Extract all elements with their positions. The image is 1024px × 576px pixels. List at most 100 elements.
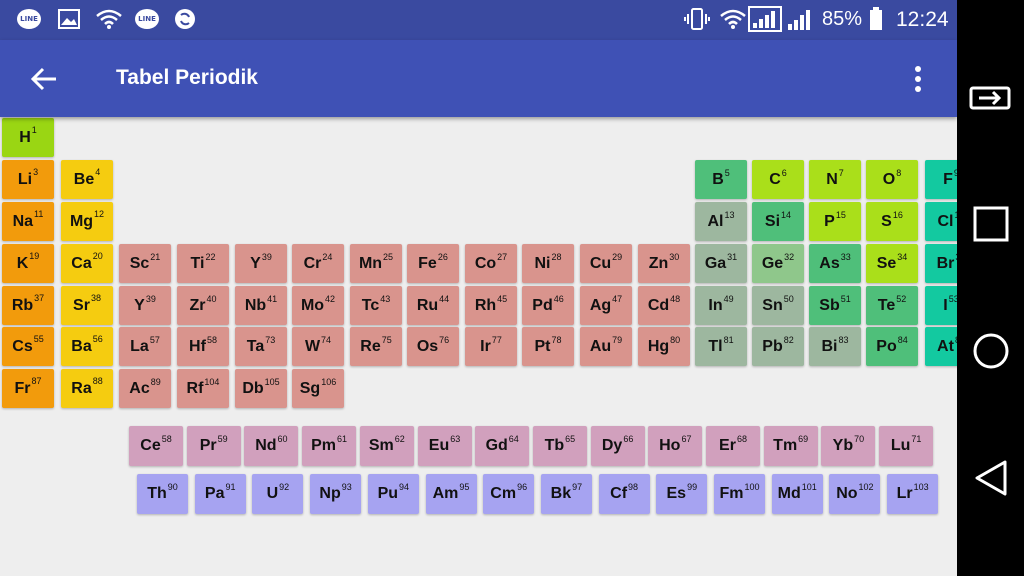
- overflow-menu-button[interactable]: [900, 58, 936, 100]
- element-tile[interactable]: Bi 83: [809, 327, 861, 366]
- element-tile[interactable]: Th 90: [137, 474, 188, 514]
- element-tile[interactable]: Hg 80: [638, 327, 690, 366]
- element-tile[interactable]: Y 39: [235, 244, 287, 283]
- element-tile[interactable]: Bk 97: [540, 474, 592, 514]
- element-tile[interactable]: O8: [866, 160, 918, 199]
- home-button[interactable]: [957, 321, 1024, 381]
- element-tile[interactable]: Tm 69: [763, 426, 818, 466]
- element-tile[interactable]: Ru 44: [407, 286, 459, 325]
- element-tile[interactable]: Te 52: [866, 286, 918, 325]
- element-tile[interactable]: I 53: [925, 286, 957, 325]
- element-tile[interactable]: No 102: [829, 474, 881, 514]
- element-tile[interactable]: Hf 58: [177, 327, 229, 366]
- element-tile[interactable]: Pb 82: [752, 327, 804, 366]
- element-tile[interactable]: Sg 106: [292, 369, 344, 408]
- element-tile[interactable]: In 49: [695, 286, 747, 325]
- element-tile[interactable]: Ba 56: [61, 327, 113, 366]
- element-tile[interactable]: Be 4: [61, 160, 113, 199]
- element-tile[interactable]: Ti 22: [177, 244, 229, 283]
- element-tile[interactable]: Pr 59: [186, 426, 241, 466]
- element-tile[interactable]: C6: [752, 160, 804, 199]
- element-tile[interactable]: Ir 77: [465, 327, 517, 366]
- element-tile[interactable]: Au 79: [580, 327, 632, 366]
- element-tile[interactable]: Cl17: [925, 202, 957, 241]
- element-tile[interactable]: Md 101: [771, 474, 823, 514]
- element-tile[interactable]: Yb 70: [821, 426, 876, 466]
- element-tile[interactable]: Ca 20: [61, 244, 113, 283]
- element-tile[interactable]: Es 99: [656, 474, 708, 514]
- element-tile[interactable]: F9: [925, 160, 957, 199]
- element-tile[interactable]: Tb 65: [532, 426, 587, 466]
- element-tile[interactable]: Pt 78: [522, 327, 574, 366]
- element-tile[interactable]: Lr 103: [887, 474, 939, 514]
- element-tile[interactable]: S 16: [866, 202, 918, 241]
- element-tile[interactable]: Fm 100: [714, 474, 765, 514]
- element-tile[interactable]: W 74: [292, 327, 344, 366]
- element-tile[interactable]: Sn 50: [752, 286, 804, 325]
- element-tile[interactable]: Ga 31: [695, 244, 747, 283]
- element-tile[interactable]: Pm 61: [302, 426, 357, 466]
- element-tile[interactable]: Sr 38: [61, 286, 113, 325]
- element-tile[interactable]: Re 75: [350, 327, 402, 366]
- element-tile[interactable]: Rb 37: [2, 286, 54, 325]
- element-tile[interactable]: Lu 71: [879, 426, 934, 466]
- element-tile[interactable]: Mg 12: [61, 202, 113, 241]
- element-tile[interactable]: Ag 47: [580, 286, 632, 325]
- element-tile[interactable]: Sm 62: [359, 426, 414, 466]
- element-tile[interactable]: Rh 45: [465, 286, 517, 325]
- element-tile[interactable]: Cs 55: [2, 327, 54, 366]
- element-tile[interactable]: Sb 51: [809, 286, 861, 325]
- element-tile[interactable]: Al 13: [695, 202, 747, 241]
- element-tile[interactable]: Y 39: [119, 286, 171, 325]
- element-tile[interactable]: As 33: [809, 244, 861, 283]
- element-tile[interactable]: Db 105: [235, 369, 287, 408]
- screen-rotate-button[interactable]: [957, 67, 1024, 127]
- element-tile[interactable]: Np 93: [310, 474, 362, 514]
- element-tile[interactable]: Am 95: [425, 474, 477, 514]
- element-tile[interactable]: N7: [809, 160, 861, 199]
- element-tile[interactable]: Ac 89: [119, 369, 171, 408]
- element-tile[interactable]: Nd 60: [244, 426, 299, 466]
- element-tile[interactable]: Co 27: [465, 244, 517, 283]
- element-tile[interactable]: Ta 73: [235, 327, 287, 366]
- element-tile[interactable]: Tl 81: [695, 327, 747, 366]
- element-tile[interactable]: Li 3: [2, 160, 54, 199]
- element-tile[interactable]: Si 14: [752, 202, 804, 241]
- element-tile[interactable]: Zr 40: [177, 286, 229, 325]
- element-tile[interactable]: Fe 26: [407, 244, 459, 283]
- element-tile[interactable]: Pu 94: [367, 474, 419, 514]
- element-tile[interactable]: Cd 48: [638, 286, 690, 325]
- element-tile[interactable]: P 15: [809, 202, 861, 241]
- element-tile[interactable]: Br35: [925, 244, 957, 283]
- element-tile[interactable]: Cm 96: [483, 474, 535, 514]
- element-tile[interactable]: Ra 88: [61, 369, 113, 408]
- back-button[interactable]: [20, 58, 68, 100]
- element-tile[interactable]: La 57: [119, 327, 171, 366]
- element-tile[interactable]: Ce 58: [129, 426, 183, 466]
- element-tile[interactable]: Eu 63: [417, 426, 472, 466]
- element-tile[interactable]: Er 68: [706, 426, 760, 466]
- element-tile[interactable]: Nb 41: [235, 286, 287, 325]
- element-tile[interactable]: Dy 66: [590, 426, 645, 466]
- element-tile[interactable]: Zn 30: [638, 244, 690, 283]
- element-tile[interactable]: Cr 24: [292, 244, 344, 283]
- element-tile[interactable]: Ge 32: [752, 244, 804, 283]
- element-tile[interactable]: Sc 21: [119, 244, 171, 283]
- element-tile[interactable]: Rf 104: [177, 369, 229, 408]
- element-tile[interactable]: Pa 91: [194, 474, 246, 514]
- element-tile[interactable]: H1: [2, 118, 54, 157]
- element-tile[interactable]: Os 76: [407, 327, 459, 366]
- recents-button[interactable]: [957, 194, 1024, 254]
- element-tile[interactable]: U 92: [252, 474, 304, 514]
- element-tile[interactable]: Tc 43: [350, 286, 402, 325]
- element-tile[interactable]: Ni 28: [522, 244, 574, 283]
- element-tile[interactable]: At85: [925, 327, 957, 366]
- system-back-button[interactable]: [957, 448, 1024, 508]
- element-tile[interactable]: Se 34: [866, 244, 918, 283]
- element-tile[interactable]: K 19: [2, 244, 54, 283]
- element-tile[interactable]: Po 84: [866, 327, 918, 366]
- element-tile[interactable]: Gd 64: [475, 426, 530, 466]
- element-tile[interactable]: Pd 46: [522, 286, 574, 325]
- element-tile[interactable]: Mo 42: [292, 286, 344, 325]
- element-tile[interactable]: Fr 87: [2, 369, 54, 408]
